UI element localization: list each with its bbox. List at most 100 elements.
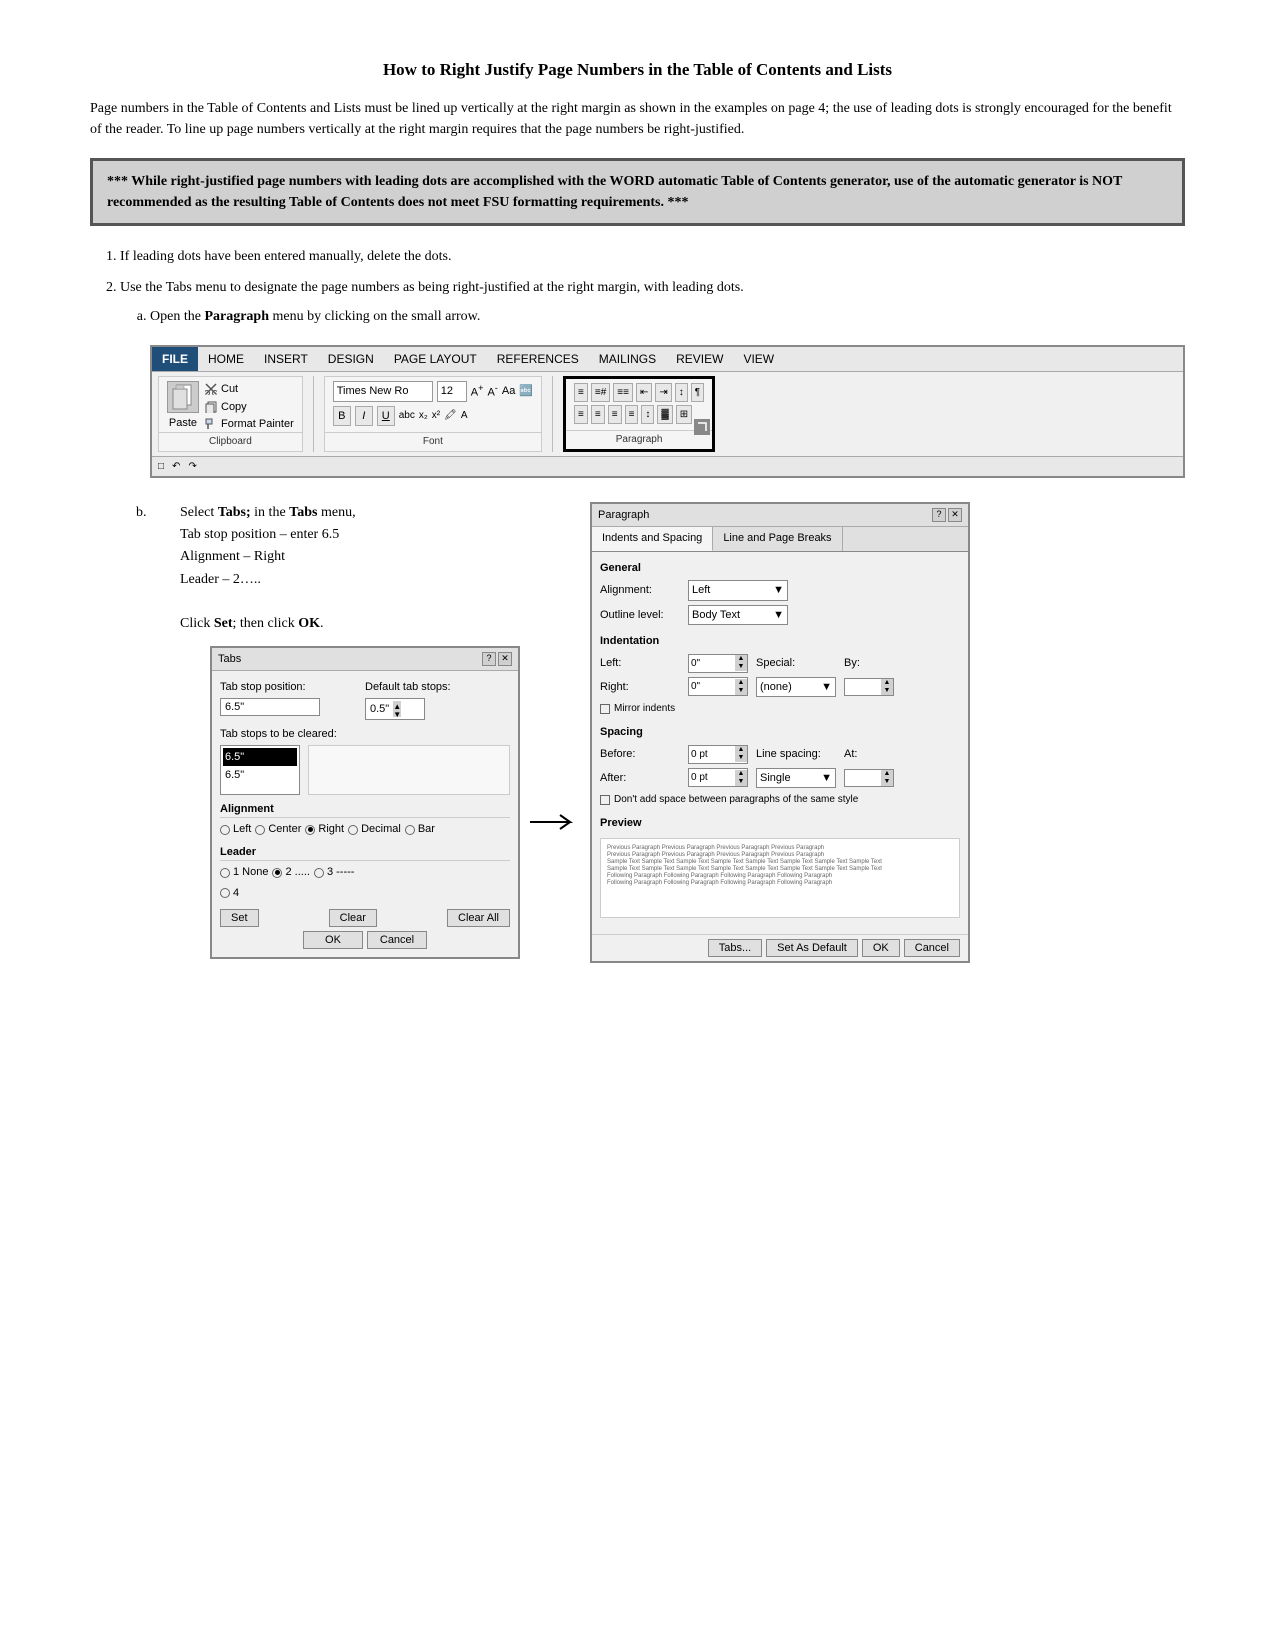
align-left-radio[interactable] <box>220 825 230 835</box>
align-left-option[interactable]: Left <box>220 821 251 838</box>
tab-stop-input[interactable] <box>220 698 320 716</box>
subscript-btn[interactable]: x₂ <box>419 408 428 423</box>
right-indent-input[interactable]: 0" ▲ ▼ <box>688 677 748 696</box>
tabs-set-btn[interactable]: Set <box>220 909 259 927</box>
decrease-indent-btn[interactable]: ⇤ <box>636 383 652 402</box>
line-spacing-btn[interactable]: ↕ <box>641 405 654 424</box>
ribbon-insert[interactable]: INSERT <box>254 347 318 371</box>
ribbon-home[interactable]: HOME <box>198 347 254 371</box>
para-tabs-btn[interactable]: Tabs... <box>708 939 762 957</box>
by-up[interactable]: ▲ <box>881 679 893 687</box>
mirror-indents-checkbox[interactable] <box>600 704 610 714</box>
at-input[interactable]: ▲ ▼ <box>844 769 894 787</box>
leader-3-option[interactable]: 3 ----- <box>314 864 355 881</box>
leader-2-option[interactable]: 2 ..... <box>272 864 309 881</box>
ribbon-page-layout[interactable]: PAGE LAYOUT <box>384 347 487 371</box>
align-bar-option[interactable]: Bar <box>405 821 435 838</box>
spinner-up[interactable]: ▲ <box>393 701 401 709</box>
special-dropdown[interactable]: (none) ▼ <box>756 677 836 698</box>
line-spacing-dropdown[interactable]: Single ▼ <box>756 768 836 789</box>
ribbon-review[interactable]: REVIEW <box>666 347 733 371</box>
after-spinner[interactable]: ▲ ▼ <box>735 770 747 786</box>
grow-font-btn[interactable]: A+ <box>471 382 484 401</box>
copy-item[interactable]: Copy <box>205 399 294 416</box>
leader-4-option[interactable]: 4 <box>220 885 239 902</box>
left-indent-input[interactable]: 0" ▲ ▼ <box>688 654 748 673</box>
highlight-btn[interactable]: 🖍 <box>444 408 457 423</box>
cut-item[interactable]: Cut <box>205 381 294 398</box>
after-up[interactable]: ▲ <box>735 770 747 778</box>
font-color-btn[interactable]: A <box>461 408 468 423</box>
default-stops-spinner[interactable]: ▲ ▼ <box>393 701 401 717</box>
align-decimal-option[interactable]: Decimal <box>348 821 401 838</box>
shading-btn[interactable]: ▓ <box>657 405 672 424</box>
para-dialog-close-btn[interactable]: ✕ <box>948 508 962 522</box>
ribbon-mailings[interactable]: MAILINGS <box>589 347 666 371</box>
italic-btn[interactable]: I <box>355 406 373 427</box>
at-spinner[interactable]: ▲ ▼ <box>881 770 893 786</box>
font-size-select[interactable]: 12 <box>437 381 467 402</box>
multilevel-btn[interactable]: ≡≡ <box>613 383 633 402</box>
default-stops-input[interactable]: 0.5" ▲ ▼ <box>365 698 425 721</box>
before-spinner[interactable]: ▲ ▼ <box>735 746 747 762</box>
right-indent-down[interactable]: ▼ <box>735 687 747 695</box>
leader-4-radio[interactable] <box>220 888 230 898</box>
strikethrough-btn[interactable]: abc <box>399 408 415 423</box>
leader-none-option[interactable]: 1 None <box>220 864 268 881</box>
tabs-dialog-help-btn[interactable]: ? <box>482 652 496 666</box>
ribbon-view[interactable]: VIEW <box>733 347 784 371</box>
leader-3-radio[interactable] <box>314 868 324 878</box>
by-input[interactable]: ▲ ▼ <box>844 678 894 696</box>
increase-indent-btn[interactable]: ⇥ <box>655 383 671 402</box>
show-marks-btn[interactable]: ¶ <box>691 383 704 402</box>
spinner-down[interactable]: ▼ <box>393 709 401 717</box>
bold-btn[interactable]: B <box>333 406 351 427</box>
left-indent-down[interactable]: ▼ <box>735 663 747 671</box>
align-left-btn[interactable]: ≡ <box>574 405 588 424</box>
justify-btn[interactable]: ≡ <box>625 405 639 424</box>
numbering-btn[interactable]: ≡# <box>591 383 610 402</box>
tabs-dialog-close-btn[interactable]: ✕ <box>498 652 512 666</box>
format-painter-item[interactable]: Format Painter <box>205 416 294 433</box>
align-center-btn[interactable]: ≡ <box>591 405 605 424</box>
after-down[interactable]: ▼ <box>735 778 747 786</box>
after-input[interactable]: 0 pt ▲ ▼ <box>688 768 748 787</box>
para-cancel-btn[interactable]: Cancel <box>904 939 960 957</box>
para-set-default-btn[interactable]: Set As Default <box>766 939 858 957</box>
left-indent-up[interactable]: ▲ <box>735 655 747 663</box>
by-spinner[interactable]: ▲ ▼ <box>881 679 893 695</box>
ribbon-references[interactable]: REFERENCES <box>487 347 589 371</box>
alignment-dropdown[interactable]: Left ▼ <box>688 580 788 601</box>
before-up[interactable]: ▲ <box>735 746 747 754</box>
leader-2-radio[interactable] <box>272 868 282 878</box>
align-right-btn[interactable]: ≡ <box>608 405 622 424</box>
bullets-btn[interactable]: ≡ <box>574 383 588 402</box>
outline-level-dropdown[interactable]: Body Text ▼ <box>688 605 788 626</box>
underline-btn[interactable]: U <box>377 406 395 427</box>
shrink-font-btn[interactable]: A- <box>487 382 497 401</box>
list-item-1[interactable]: 6.5" <box>223 748 297 767</box>
text-effects-btn[interactable]: 🔤 <box>519 383 533 400</box>
right-indent-up[interactable]: ▲ <box>735 679 747 687</box>
tab-line-page-breaks[interactable]: Line and Page Breaks <box>713 527 842 551</box>
align-right-option[interactable]: Right <box>305 821 344 838</box>
list-item-2[interactable]: 6.5" <box>223 766 297 785</box>
tabs-clear-btn[interactable]: Clear <box>329 909 377 927</box>
left-indent-spinner[interactable]: ▲ ▼ <box>735 655 747 671</box>
leader-none-radio[interactable] <box>220 868 230 878</box>
tab-indents-spacing[interactable]: Indents and Spacing <box>592 527 713 551</box>
para-dialog-help-btn[interactable]: ? <box>932 508 946 522</box>
superscript-btn[interactable]: x² <box>432 408 440 423</box>
align-right-radio[interactable] <box>305 825 315 835</box>
before-input[interactable]: 0 pt ▲ ▼ <box>688 745 748 764</box>
file-button[interactable]: FILE <box>152 347 198 371</box>
align-bar-radio[interactable] <box>405 825 415 835</box>
ribbon-design[interactable]: DESIGN <box>318 347 384 371</box>
align-center-option[interactable]: Center <box>255 821 301 838</box>
change-case-btn[interactable]: Aa <box>502 383 515 400</box>
tabs-clear-all-btn[interactable]: Clear All <box>447 909 510 927</box>
align-decimal-radio[interactable] <box>348 825 358 835</box>
tab-stops-list[interactable]: 6.5" 6.5" <box>220 745 300 795</box>
at-up[interactable]: ▲ <box>881 770 893 778</box>
dont-add-space-checkbox[interactable] <box>600 795 610 805</box>
